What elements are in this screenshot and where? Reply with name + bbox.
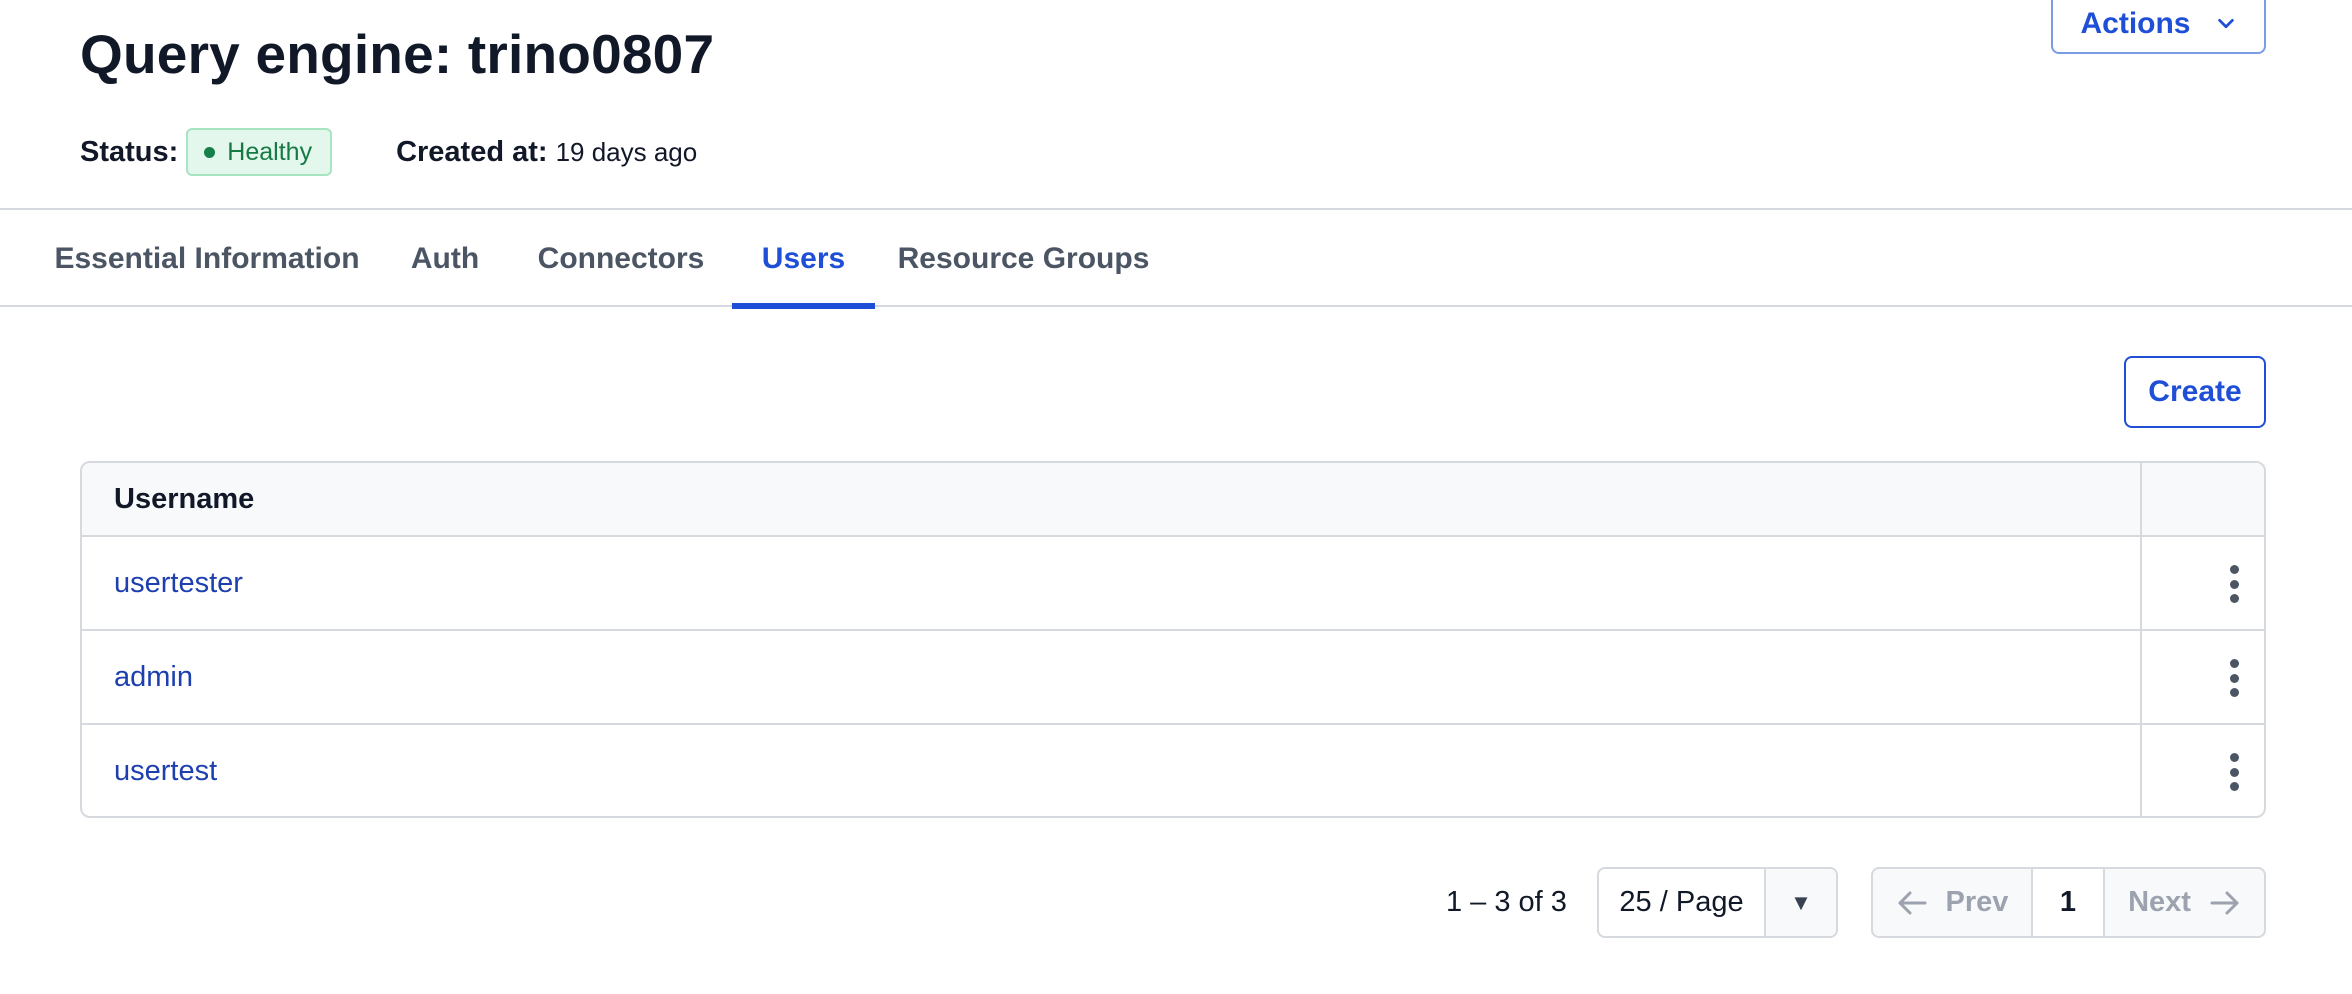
tab-essential-information[interactable]: Essential Information [54, 210, 359, 307]
next-label: Next [2128, 886, 2191, 918]
current-page[interactable]: 1 [2033, 869, 2105, 936]
username-link[interactable]: usertest [114, 725, 217, 816]
tab-auth[interactable]: Auth [411, 210, 479, 307]
meta-row: Status: Healthy Created at: 19 days ago [80, 128, 697, 176]
next-page-button[interactable]: Next [2105, 869, 2264, 936]
status-dot-icon [204, 146, 216, 158]
tab-resource-groups[interactable]: Resource Groups [898, 210, 1150, 307]
column-divider [2140, 463, 2142, 816]
table-header: Username [82, 463, 2264, 537]
arrow-left-icon [1898, 891, 1927, 914]
page-title: Query engine: trino0807 [80, 23, 715, 85]
actions-label: Actions [2080, 7, 2191, 40]
prev-label: Prev [1945, 886, 2009, 918]
tab-connectors[interactable]: Connectors [538, 210, 705, 307]
query-engine-page: Query engine: trino0807 Actions Status: … [0, 0, 2352, 994]
created-at-label: Created at: [396, 135, 548, 168]
arrow-right-icon [2210, 891, 2239, 914]
status-value: Healthy [227, 137, 313, 166]
tab-bar: Essential Information Auth Connectors Us… [0, 208, 2352, 309]
prev-page-button[interactable]: Prev [1873, 869, 2033, 936]
pagination-controls: Prev 1 Next [1871, 867, 2266, 938]
kebab-menu-icon[interactable] [2222, 657, 2246, 699]
tab-users[interactable]: Users [732, 210, 875, 309]
created-at-value: 19 days ago [555, 136, 698, 167]
table-row: admin [82, 631, 2264, 725]
create-button[interactable]: Create [2124, 356, 2266, 428]
actions-button[interactable]: Actions [2051, 0, 2266, 54]
table-row: usertest [82, 725, 2264, 816]
page-size-value[interactable]: 25 / Page [1599, 869, 1766, 936]
kebab-menu-icon[interactable] [2222, 563, 2246, 605]
username-link[interactable]: usertester [114, 537, 243, 629]
table-row: usertester [82, 537, 2264, 631]
status-badge: Healthy [186, 128, 333, 176]
pagination-range: 1 – 3 of 3 [1446, 885, 1567, 918]
users-table: Username usertester admin usertest [80, 461, 2266, 818]
status-label: Status: [80, 135, 179, 168]
kebab-menu-icon[interactable] [2222, 751, 2246, 793]
page-size-select[interactable]: 25 / Page ▼ [1597, 867, 1838, 938]
chevron-down-icon [2217, 18, 2234, 29]
column-header-username: Username [114, 482, 255, 515]
caret-down-icon[interactable]: ▼ [1766, 869, 1836, 936]
username-link[interactable]: admin [114, 631, 193, 723]
